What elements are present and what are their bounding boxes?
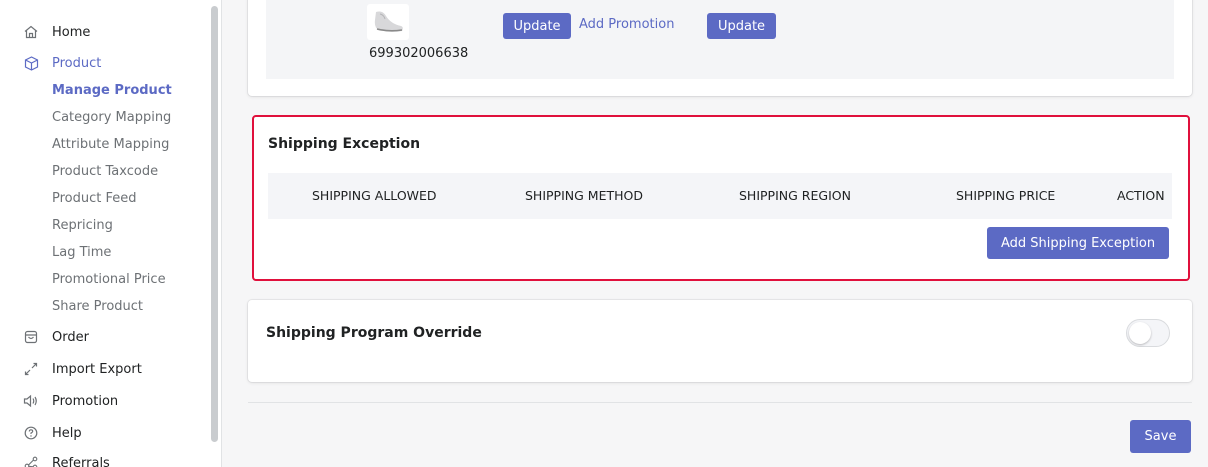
sidebar-item-referrals[interactable]: Referrals <box>0 449 205 467</box>
save-button[interactable]: Save <box>1130 420 1191 453</box>
sidebar-sub-product-taxcode[interactable]: Product Taxcode <box>52 160 158 182</box>
add-shipping-exception-button[interactable]: Add Shipping Exception <box>987 227 1169 259</box>
speaker-icon <box>22 392 40 410</box>
sidebar-sub-manage-product[interactable]: Manage Product <box>52 79 172 101</box>
sidebar-sub-lag-time[interactable]: Lag Time <box>52 241 111 263</box>
shipping-program-override-title: Shipping Program Override <box>266 325 482 341</box>
share-icon <box>22 454 40 467</box>
sidebar-item-help[interactable]: Help <box>0 419 205 447</box>
update-button-2[interactable]: Update <box>707 13 776 39</box>
update-button[interactable]: Update <box>503 13 571 39</box>
sidebar-sub-promotional-price[interactable]: Promotional Price <box>52 268 166 290</box>
home-icon <box>22 23 40 41</box>
column-shipping-allowed: SHIPPING ALLOWED <box>312 188 437 203</box>
sidebar-sub-attribute-mapping[interactable]: Attribute Mapping <box>52 133 169 155</box>
bag-icon <box>22 328 40 346</box>
variant-card: 699302006638 Update Add Promotion Update <box>248 0 1192 96</box>
box-icon <box>22 54 40 72</box>
shipping-exception-title: Shipping Exception <box>268 136 421 152</box>
column-shipping-method: SHIPPING METHOD <box>525 188 643 203</box>
arrows-icon <box>22 360 40 378</box>
question-icon <box>22 424 40 442</box>
column-shipping-price: SHIPPING PRICE <box>956 188 1056 203</box>
sidebar: Home Product Manage Product Category Map… <box>0 0 222 467</box>
variant-row: 699302006638 Update Add Promotion Update <box>266 0 1174 79</box>
product-thumbnail <box>367 4 409 40</box>
shipping-program-override-toggle[interactable] <box>1126 319 1170 347</box>
column-action: ACTION <box>1117 188 1165 203</box>
sidebar-sub-category-mapping[interactable]: Category Mapping <box>52 106 171 128</box>
column-shipping-region: SHIPPING REGION <box>739 188 851 203</box>
add-promotion-link[interactable]: Add Promotion <box>579 17 674 32</box>
shipping-exception-card: Shipping Exception SHIPPING ALLOWED SHIP… <box>252 115 1190 281</box>
sidebar-item-promotion[interactable]: Promotion <box>0 387 205 415</box>
shipping-exception-table-header: SHIPPING ALLOWED SHIPPING METHOD SHIPPIN… <box>268 173 1172 219</box>
sidebar-scrollbar[interactable] <box>211 6 218 442</box>
product-sku: 699302006638 <box>369 46 469 61</box>
shipping-program-override-card: Shipping Program Override <box>248 300 1192 382</box>
sidebar-sub-repricing[interactable]: Repricing <box>52 214 113 236</box>
sidebar-item-home[interactable]: Home <box>0 18 205 46</box>
sidebar-item-product[interactable]: Product <box>0 49 205 77</box>
main-content: 699302006638 Update Add Promotion Update… <box>222 0 1208 467</box>
sidebar-sub-share-product[interactable]: Share Product <box>52 295 143 317</box>
sidebar-item-order[interactable]: Order <box>0 323 205 351</box>
divider <box>248 402 1192 403</box>
toggle-knob <box>1129 322 1151 344</box>
sidebar-item-import-export[interactable]: Import Export <box>0 355 205 383</box>
sidebar-sub-product-feed[interactable]: Product Feed <box>52 187 137 209</box>
